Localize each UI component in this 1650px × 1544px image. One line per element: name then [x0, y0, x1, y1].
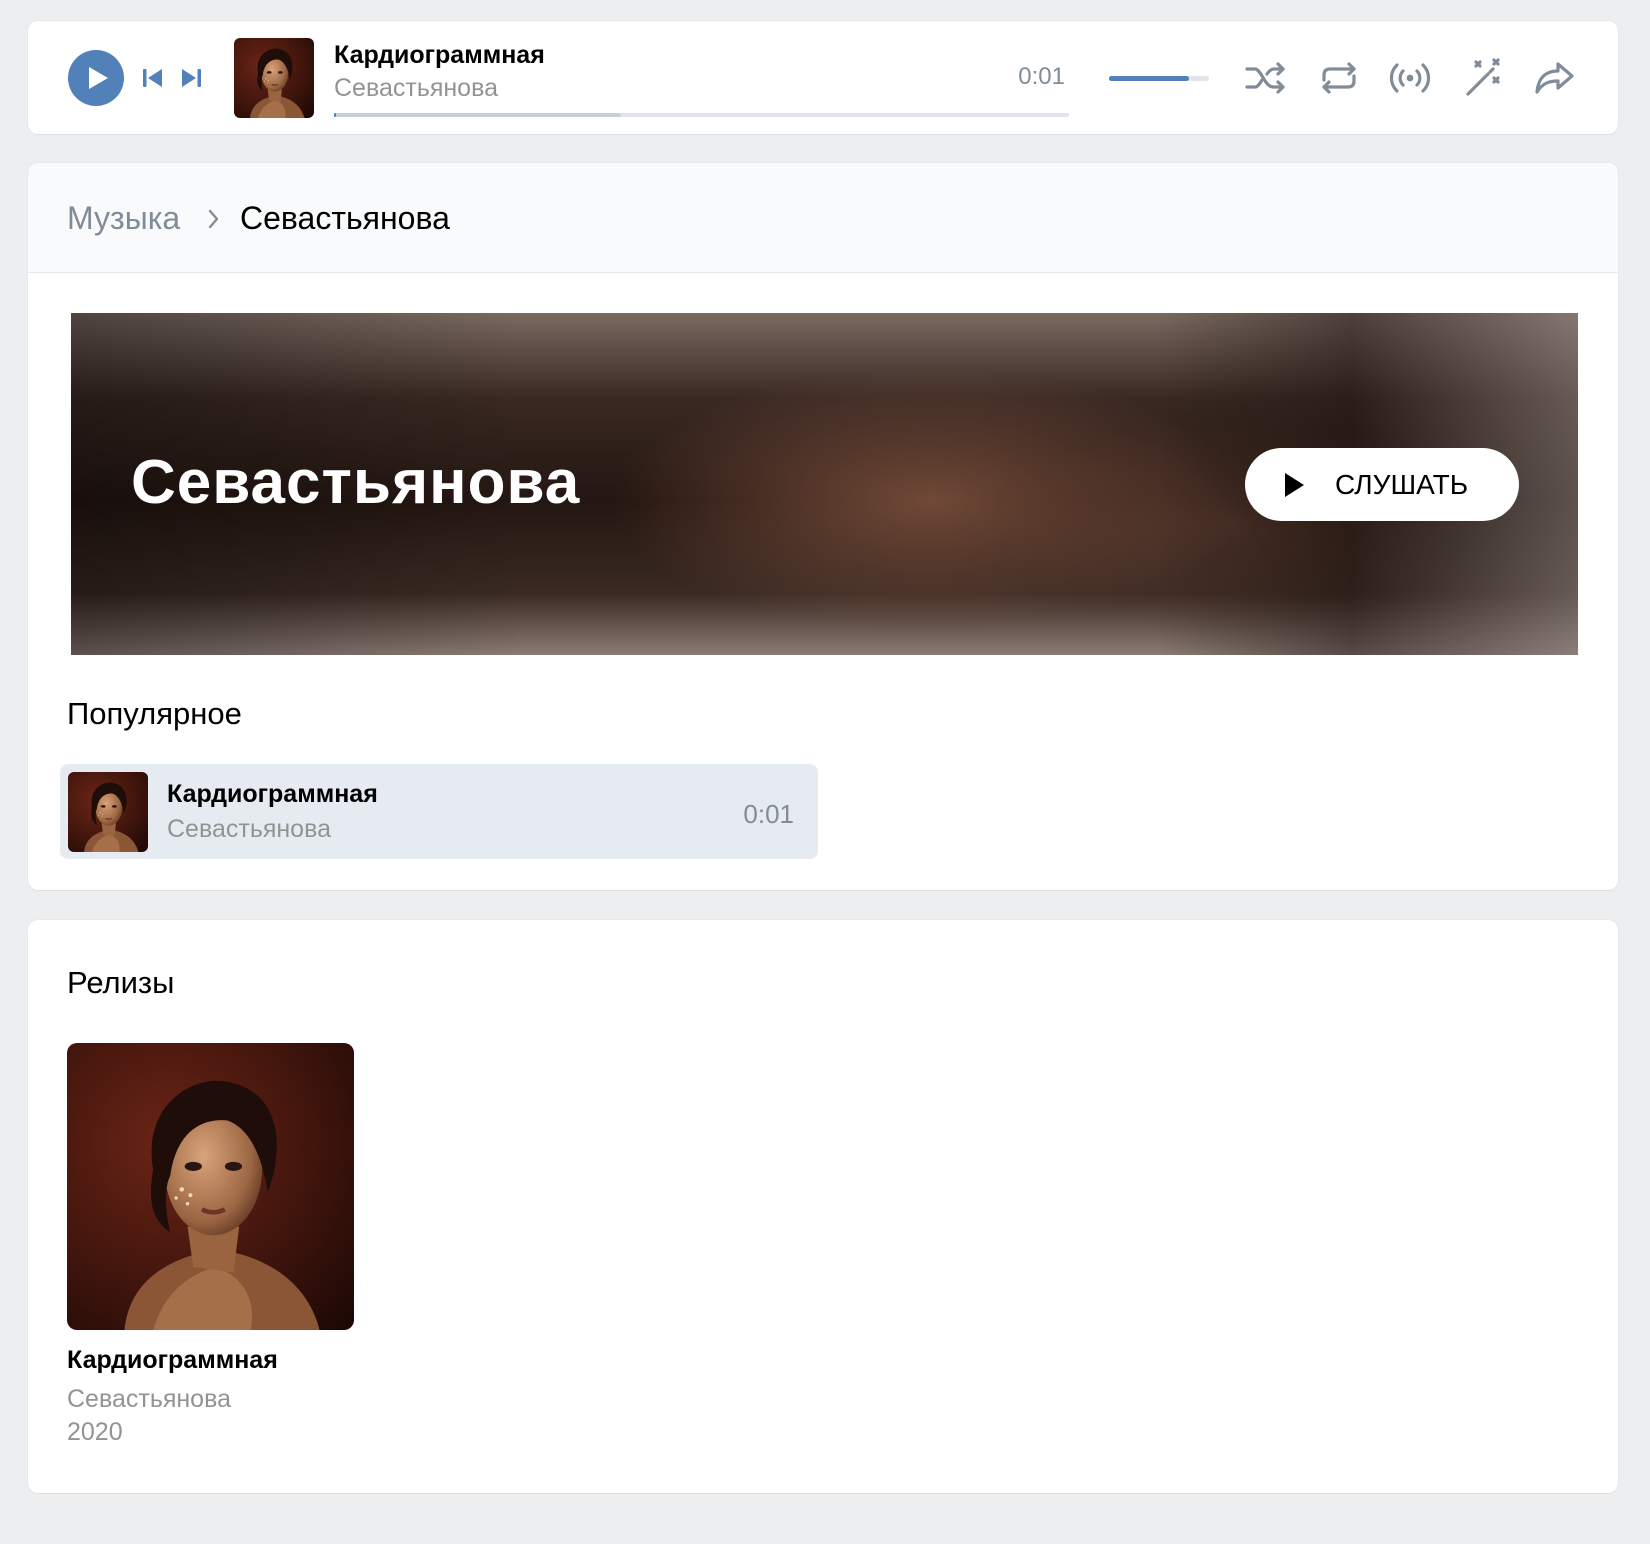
track-artist[interactable]: Севастьянова — [167, 815, 331, 844]
artist-name: Севастьянова — [131, 448, 581, 517]
next-track-button[interactable] — [178, 64, 204, 92]
magic-wand-icon — [1466, 58, 1500, 96]
artist-card: Музыка Севастьянова Севастьянова СЛУШАТЬ… — [28, 163, 1618, 890]
breadcrumb-current: Севастьянова — [240, 200, 450, 236]
current-track-artist[interactable]: Севастьянова — [334, 74, 498, 103]
breadcrumb-music-link[interactable]: Музыка — [67, 200, 180, 237]
repeat-button[interactable] — [1316, 56, 1362, 100]
play-icon — [1285, 473, 1304, 497]
broadcast-icon — [1389, 63, 1431, 93]
listen-button-label: СЛУШАТЬ — [1335, 469, 1469, 500]
magic-recommendations-button[interactable] — [1460, 56, 1506, 100]
breadcrumb: Музыка Севастьянова — [28, 163, 1618, 273]
now-playing-icon — [93, 820, 148, 852]
release-cover[interactable] — [67, 1043, 354, 1330]
listen-button[interactable]: СЛУШАТЬ — [1245, 448, 1519, 521]
release-item[interactable]: Кардиограммная Севастьянова 2020 — [67, 1043, 357, 1447]
share-button[interactable] — [1532, 56, 1578, 100]
broadcast-button[interactable] — [1387, 56, 1433, 100]
seek-progress — [334, 113, 337, 117]
shuffle-icon — [1245, 62, 1285, 94]
next-icon — [182, 69, 201, 87]
track-cover[interactable] — [68, 772, 148, 852]
current-track-title[interactable]: Кардиограммная — [334, 41, 545, 70]
releases-card: Релизы Кардиограммная Севастьянова 2020 — [28, 920, 1618, 1493]
release-title[interactable]: Кардиограммная — [67, 1346, 357, 1375]
release-artist[interactable]: Севастьянова — [67, 1385, 357, 1414]
track-row[interactable]: Кардиограммная Севастьянова 0:01 — [60, 764, 818, 859]
artist-banner: Севастьянова СЛУШАТЬ — [71, 313, 1578, 655]
previous-icon — [143, 69, 162, 87]
seek-bar[interactable] — [334, 113, 1069, 117]
playback-time[interactable]: 0:01 — [1018, 63, 1065, 91]
current-track-cover[interactable] — [234, 38, 314, 118]
share-icon — [1535, 62, 1574, 94]
track-duration: 0:01 — [743, 799, 794, 829]
previous-track-button[interactable] — [140, 64, 166, 92]
chevron-right-icon — [208, 209, 219, 229]
audio-player: Кардиограммная Севастьянова 0:01 — [28, 21, 1618, 134]
release-year: 2020 — [67, 1418, 123, 1446]
seek-buffered — [334, 113, 621, 117]
volume-level — [1109, 76, 1189, 81]
popular-section-title: Популярное — [67, 696, 242, 731]
shuffle-button[interactable] — [1243, 56, 1289, 100]
play-button[interactable] — [68, 50, 124, 106]
releases-section-title: Релизы — [67, 965, 175, 1000]
repeat-icon — [1322, 62, 1356, 94]
track-title[interactable]: Кардиограммная — [167, 780, 378, 809]
volume-slider[interactable] — [1109, 76, 1209, 81]
